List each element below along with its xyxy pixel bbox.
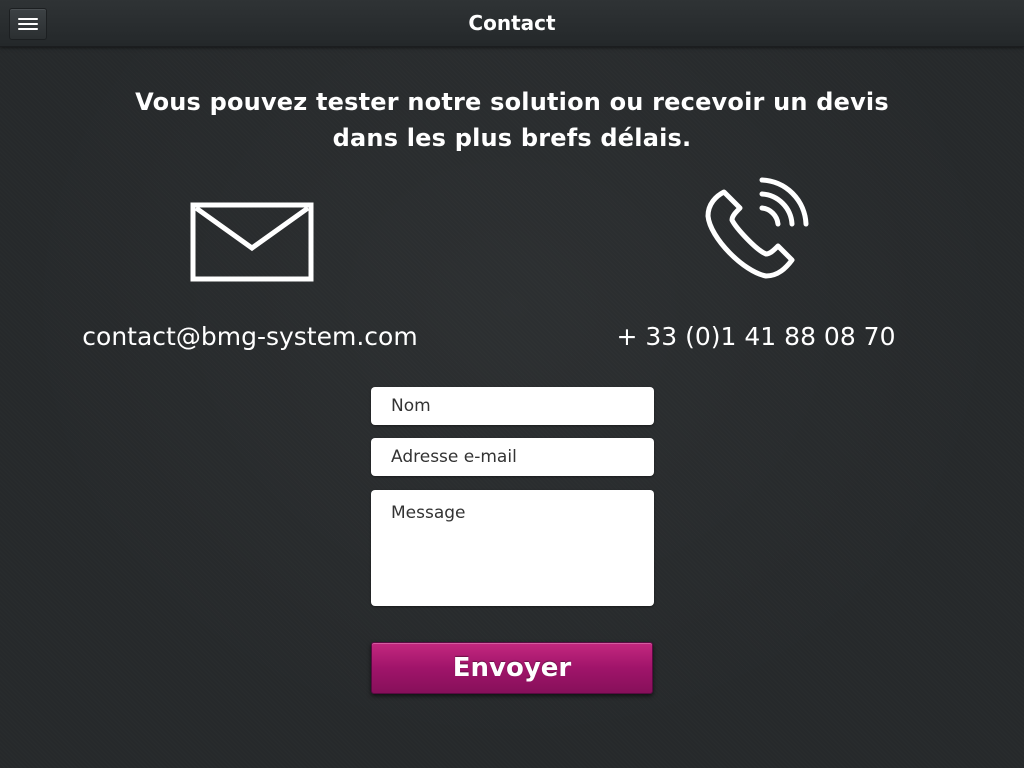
send-button[interactable]: Envoyer bbox=[371, 642, 653, 694]
email-field[interactable] bbox=[371, 438, 654, 476]
headline-line-2: dans les plus brefs délais. bbox=[332, 124, 692, 152]
headline: Vous pouvez tester notre solution ou rec… bbox=[62, 84, 962, 156]
contact-email[interactable]: contact@bmg-system.com bbox=[60, 322, 440, 351]
headline-line-1: Vous pouvez tester notre solution ou rec… bbox=[135, 88, 889, 116]
message-field[interactable] bbox=[371, 490, 654, 606]
top-navigation-bar: Contact bbox=[0, 0, 1024, 47]
envelope-icon bbox=[190, 202, 314, 282]
phone-icon bbox=[705, 177, 809, 279]
contact-phone[interactable]: + 33 (0)1 41 88 08 70 bbox=[570, 322, 942, 351]
name-field[interactable] bbox=[371, 387, 654, 425]
page-title: Contact bbox=[468, 11, 556, 35]
